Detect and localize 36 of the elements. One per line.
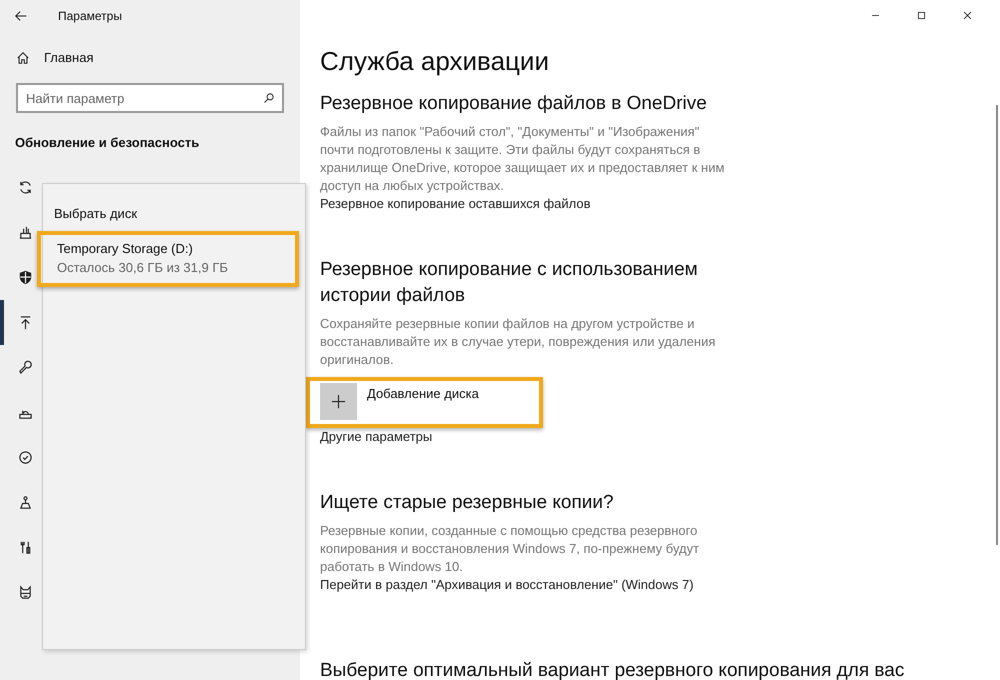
section-heading: Резервное копирование файлов в OneDrive	[320, 92, 708, 116]
upload-arrow-icon	[18, 315, 33, 330]
add-drive-button[interactable]: Добавление диска	[306, 377, 543, 428]
maximize-icon	[916, 10, 926, 20]
search-icon	[263, 92, 275, 104]
back-arrow-icon	[14, 9, 28, 23]
plus-icon	[331, 394, 346, 409]
tools-icon	[18, 540, 33, 555]
section-heading: Выберите оптимальный вариант резервного копирования для вас	[320, 659, 906, 680]
link[interactable]: Другие параметры	[320, 429, 1000, 444]
link[interactable]: Перейти в раздел "Архивация и восстановление" (Windows 7)	[320, 577, 1000, 592]
scrollbar[interactable]	[996, 105, 998, 545]
description-text: Сохраняйте резервные копии файлов на другом устройстве и восстанавливайте их в случае утери, повреждения или удаления оригиналов.	[320, 315, 716, 369]
wrench-icon	[18, 360, 33, 375]
person-icon	[18, 495, 33, 510]
description-text: Файлы из папок "Рабочий стол", "Документы" и "Изображения" почти подготовлены к защите. Эти файлы будут сохраняться в хранилище OneDrive, которое защищает их и предоставляет к ним доступ на любых устройствах.	[320, 123, 725, 195]
home-icon	[16, 50, 30, 64]
shield-icon	[18, 270, 33, 285]
sync-icon	[18, 180, 33, 195]
home-link[interactable]: Главная	[0, 32, 300, 65]
check-circle-icon	[18, 450, 33, 465]
drive-name: Temporary Storage (D:)	[57, 241, 194, 256]
cat-face-icon	[18, 585, 33, 600]
menu-title: Выбрать диск	[53, 205, 138, 221]
description-text: Резервные копии, созданные с помощью средства резервного копирования и восстановления Windows 7, по-прежнему будут работать в Windows 10.	[320, 522, 700, 576]
close-icon	[962, 10, 972, 20]
link[interactable]: Резервное копирование оставшихся файлов	[320, 196, 1000, 211]
section-heading: Резервное копирование с использованием истории файлов	[320, 258, 699, 308]
window-title: Параметры	[58, 9, 122, 23]
tray-icon	[18, 225, 33, 240]
section-title: Обновление и безопасность	[14, 134, 200, 150]
section-heading: Ищете старые резервные копии?	[320, 491, 615, 515]
drive-space: Осталось 30,6 ГБ из 31,9 ГБ	[57, 260, 229, 275]
page-title: Служба архивации	[320, 46, 550, 77]
search-field[interactable]: Найти параметр	[16, 83, 284, 113]
drive-option[interactable]: Temporary Storage (D:) Осталось 30,6 ГБ из 31,9 ГБ	[37, 231, 299, 287]
